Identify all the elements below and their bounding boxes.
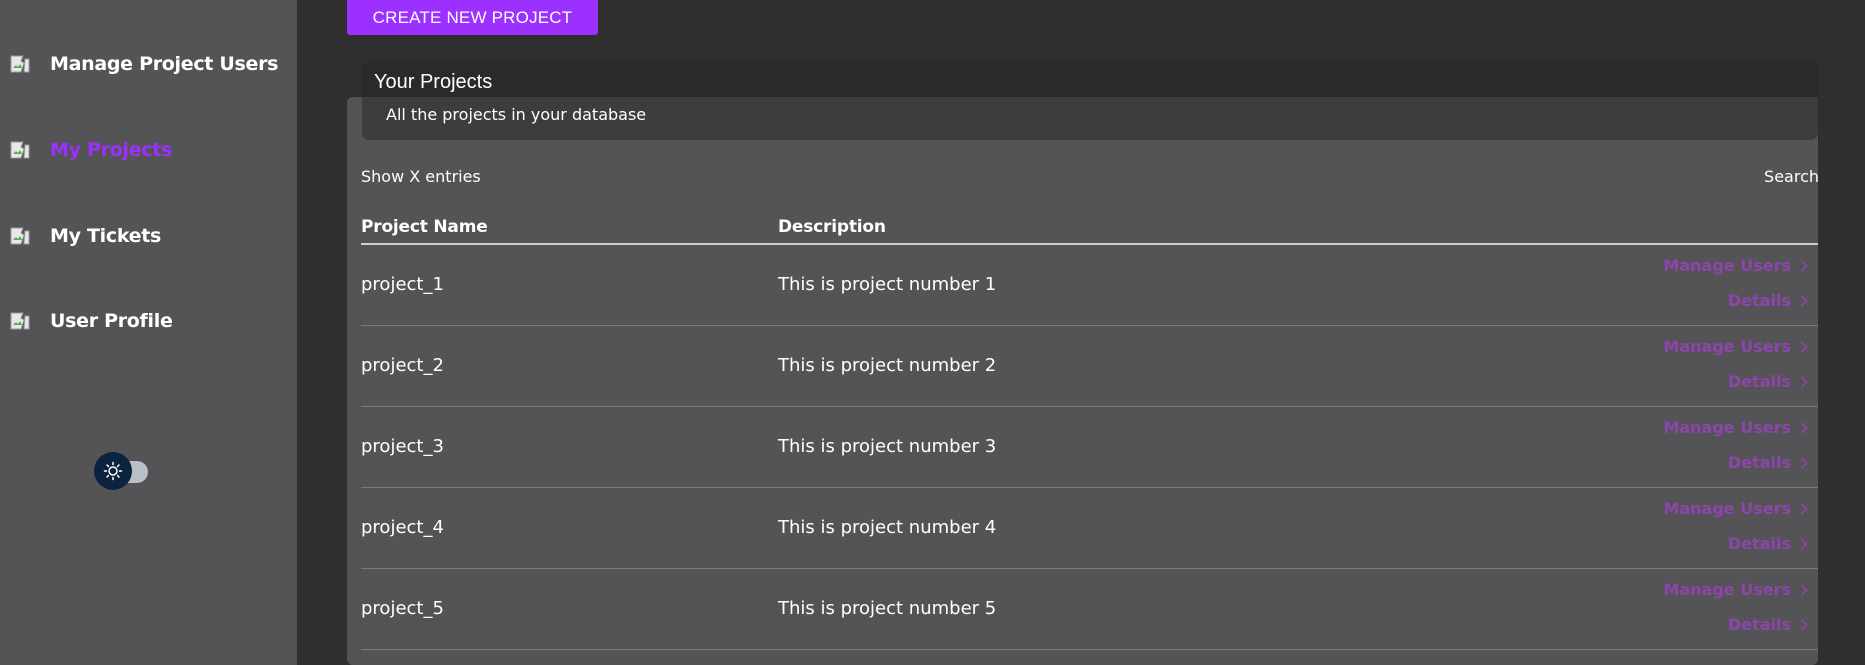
- details-link[interactable]: Details: [1728, 534, 1808, 553]
- details-link[interactable]: Details: [1728, 291, 1808, 310]
- theme-toggle[interactable]: [94, 452, 154, 490]
- project-name-cell: project_3: [361, 436, 444, 457]
- card-subtitle: All the projects in your database: [386, 105, 647, 124]
- search-label[interactable]: Search: [1764, 167, 1819, 186]
- chevron-right-icon: [1800, 340, 1808, 353]
- sidebar: Manage Project Users My Projects My Tick…: [0, 0, 297, 665]
- sidebar-item-user-profile[interactable]: User Profile: [10, 310, 173, 332]
- sidebar-item-label: My Projects: [50, 139, 173, 161]
- card-title: Your Projects: [374, 71, 493, 93]
- description-cell: This is project number 4: [778, 517, 997, 538]
- details-link[interactable]: Details: [1728, 372, 1808, 391]
- broken-image-icon: [10, 141, 30, 159]
- table-row: project_4 This is project number 4 Manag…: [361, 488, 1818, 569]
- project-name-cell: project_4: [361, 517, 444, 538]
- project-name-cell: project_5: [361, 598, 444, 619]
- chevron-right-icon: [1800, 375, 1808, 388]
- table-row: project_5 This is project number 5 Manag…: [361, 569, 1818, 650]
- manage-users-label: Manage Users: [1663, 499, 1791, 518]
- chevron-right-icon: [1800, 502, 1808, 515]
- card-header: Your Projects All the projects in your d…: [362, 61, 1818, 140]
- chevron-right-icon: [1800, 537, 1808, 550]
- broken-image-icon: [10, 312, 30, 330]
- manage-users-link[interactable]: Manage Users: [1663, 499, 1808, 518]
- broken-image-icon: [10, 55, 30, 73]
- table-row: project_1 This is project number 1 Manag…: [361, 245, 1818, 326]
- table-row: project_2 This is project number 2 Manag…: [361, 326, 1818, 407]
- chevron-right-icon: [1800, 618, 1808, 631]
- manage-users-link[interactable]: Manage Users: [1663, 337, 1808, 356]
- chevron-right-icon: [1800, 583, 1808, 596]
- sidebar-item-label: Manage Project Users: [50, 53, 279, 75]
- card-header-band: [362, 61, 1818, 97]
- description-cell: This is project number 1: [778, 274, 997, 295]
- create-new-project-button[interactable]: CREATE NEW PROJECT: [347, 0, 598, 35]
- description-cell: This is project number 3: [778, 436, 997, 457]
- chevron-right-icon: [1800, 259, 1808, 272]
- sidebar-item-my-projects[interactable]: My Projects: [10, 139, 172, 161]
- details-link[interactable]: Details: [1728, 453, 1808, 472]
- toggle-knob: [94, 452, 132, 490]
- manage-users-link[interactable]: Manage Users: [1663, 418, 1808, 437]
- project-name-cell: project_1: [361, 274, 444, 295]
- details-label: Details: [1727, 534, 1791, 553]
- column-header-description[interactable]: Description: [778, 217, 886, 237]
- sidebar-item-label: User Profile: [50, 310, 173, 332]
- manage-users-label: Manage Users: [1663, 256, 1791, 275]
- sidebar-item-manage-project-users[interactable]: Manage Project Users: [10, 53, 279, 75]
- description-cell: This is project number 2: [778, 355, 997, 376]
- chevron-right-icon: [1800, 421, 1808, 434]
- sidebar-item-label: My Tickets: [50, 225, 162, 247]
- chevron-right-icon: [1800, 294, 1808, 307]
- manage-users-label: Manage Users: [1663, 580, 1791, 599]
- details-link[interactable]: Details: [1728, 615, 1808, 634]
- show-entries-control[interactable]: Show X entries: [361, 167, 481, 186]
- details-label: Details: [1727, 291, 1791, 310]
- details-label: Details: [1727, 453, 1791, 472]
- details-label: Details: [1727, 372, 1791, 391]
- table-row: project_3 This is project number 3 Manag…: [361, 407, 1818, 488]
- sun-icon: [103, 461, 123, 481]
- sidebar-item-my-tickets[interactable]: My Tickets: [10, 225, 161, 247]
- chevron-right-icon: [1800, 456, 1808, 469]
- column-header-project-name[interactable]: Project Name: [361, 217, 488, 237]
- manage-users-link[interactable]: Manage Users: [1663, 256, 1808, 275]
- project-name-cell: project_2: [361, 355, 444, 376]
- manage-users-label: Manage Users: [1663, 418, 1791, 437]
- manage-users-label: Manage Users: [1663, 337, 1791, 356]
- description-cell: This is project number 5: [778, 598, 997, 619]
- manage-users-link[interactable]: Manage Users: [1663, 580, 1808, 599]
- details-label: Details: [1727, 615, 1791, 634]
- broken-image-icon: [10, 227, 30, 245]
